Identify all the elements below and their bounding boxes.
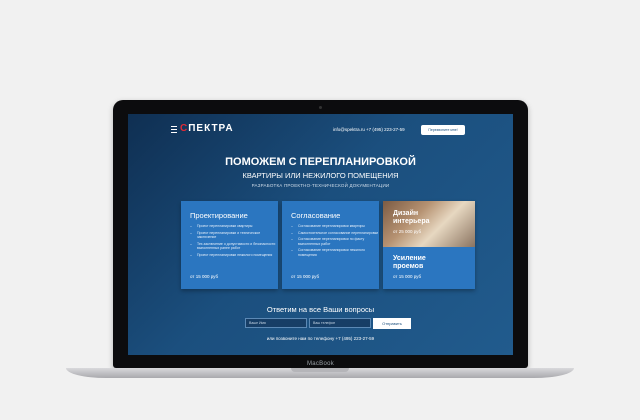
list-item: Проект перепланировки и техническое закл… [190, 231, 278, 239]
photo-title-line-2: интерьера [393, 217, 430, 225]
site-header: СПЕКТРА info@spektra.ru +7 (495) 223-27-… [128, 114, 513, 142]
site-logo[interactable]: СПЕКТРА [180, 123, 234, 134]
photo-title-line-1: Дизайн [393, 210, 419, 217]
header-email-link[interactable]: info@spektra.ru [333, 127, 365, 132]
phone-input[interactable] [309, 318, 371, 328]
hamburger-menu-icon[interactable] [171, 126, 177, 133]
header-phone-link[interactable]: +7 (495) 223-27-59 [366, 127, 405, 132]
card-title: Согласование [291, 211, 341, 220]
photo-price: от 25 000 руб [393, 229, 422, 234]
base-notch [291, 368, 349, 372]
logo-accent-letter: С [180, 123, 189, 134]
list-item: Тех.заключение о допустимости и безопасн… [190, 242, 278, 250]
card-service-list: Согласование перепланировки квартиры Сам… [291, 224, 379, 259]
submit-button[interactable]: Отправить [373, 318, 411, 329]
macbook-label: MacBook [306, 361, 335, 367]
service-card-design[interactable]: Проектирование Проект перепланировки ква… [181, 201, 278, 289]
card-service-list: Проект перепланировки квартиры Проект пе… [190, 224, 278, 259]
list-item: Согласование перепланировки по факту вып… [291, 237, 379, 245]
laptop-lid: СПЕКТРА info@spektra.ru +7 (495) 223-27-… [113, 100, 528, 368]
hero-title: ПОМОЖЕМ С ПЕРЕПЛАНИРОВКОЙ [225, 156, 416, 168]
name-input[interactable] [245, 318, 307, 328]
call-us-text: или позвоните нам по телефону +7 (495) 2… [266, 336, 375, 341]
camera-dot [319, 106, 322, 109]
card-price: от 15 000 руб [190, 274, 219, 279]
service-card-interior[interactable]: Дизайн интерьера от 25 000 руб Усиление … [383, 201, 475, 289]
list-item: Согласование перепланировки нежилого пом… [291, 248, 379, 256]
card-price: от 15 000 руб [291, 274, 320, 279]
list-item: Проект перепланировки нежилого помещения [190, 253, 278, 257]
card-title-line-1: Усиление [393, 255, 426, 262]
service-card-approval[interactable]: Согласование Согласование перепланировки… [282, 201, 379, 289]
card-title-line-2: проемов [393, 262, 424, 270]
interior-photo[interactable]: Дизайн интерьера от 25 000 руб [383, 201, 475, 247]
hero-subtitle: КВАРТИРЫ ИЛИ НЕЖИЛОГО ПОМЕЩЕНИЯ [242, 171, 399, 180]
logo-text: ПЕКТРА [188, 123, 234, 134]
laptop-chin: MacBook [113, 354, 528, 368]
laptop-screen: СПЕКТРА info@spektra.ru +7 (495) 223-27-… [128, 114, 513, 355]
callback-button[interactable]: Перезвоните мне! [421, 125, 465, 135]
form-title: Ответим на все Ваши вопросы [266, 305, 375, 314]
hero-note: РАЗРАБОТКА ПРОЕКТНО-ТЕХНИЧЕСКОЙ ДОКУМЕНТ… [251, 183, 390, 188]
list-item: Проект перепланировки квартиры [190, 224, 278, 228]
card-title: Усиление проемов [393, 255, 426, 270]
laptop-base [66, 368, 574, 378]
card-title: Проектирование [190, 211, 248, 220]
card-price: от 15 000 руб [393, 274, 422, 279]
list-item: Согласование перепланировки квартиры [291, 224, 379, 228]
photo-title: Дизайн интерьера [393, 210, 430, 225]
list-item: Самостоятельное согласование перепланиро… [291, 231, 379, 235]
